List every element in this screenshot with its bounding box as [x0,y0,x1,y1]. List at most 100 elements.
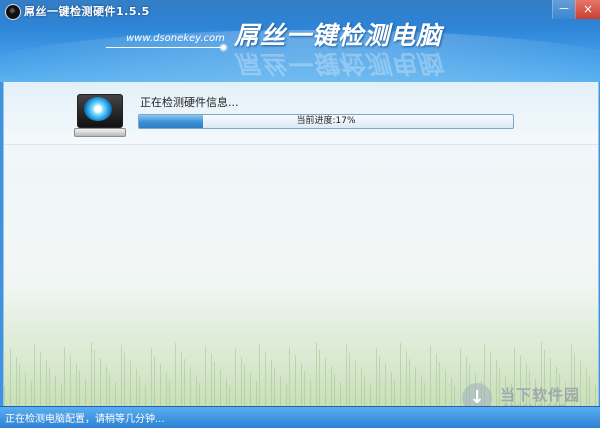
grass-blade [310,379,311,406]
grass-blade [355,361,356,406]
grass-blade [439,362,440,406]
grass-blade [79,371,80,406]
grass-blade [214,362,215,406]
grass-blade [31,381,32,406]
grass-blade [34,344,35,406]
grass-blade [46,360,47,406]
grass-blade [451,378,452,406]
status-bar: 正在检测电脑配置，请稍等几分钟... [0,406,600,428]
grass-blade [130,361,131,406]
grass-blade [40,352,41,406]
grass-blade [154,356,155,406]
grass-blade [346,345,347,406]
grass-blade [229,386,230,406]
grass-blade [10,349,11,406]
grass-blade [4,386,5,406]
grass-blade [316,342,317,406]
site-url: www.dsonekey.com [126,33,225,44]
grass-blade [196,375,197,406]
grass-blade [106,366,107,406]
grass-blade [364,377,365,406]
window-title: 屌丝一键检测硬件1.5.5 [24,5,150,18]
grass-blade [109,374,110,406]
grass-blade [160,364,161,406]
grass-blade [370,385,371,406]
grass-blade [436,354,437,406]
grass-blade [340,382,341,406]
app-icon [5,4,21,20]
grass-blade [205,346,206,406]
progress-bar: 当前进度:17% [138,114,514,129]
grass-blade [256,381,257,406]
grass-blade [430,346,431,406]
grass-blade [199,383,200,406]
grass-blade [271,360,272,406]
grass-blade [19,365,20,406]
decorative-dot [219,43,228,52]
grass-blade [241,357,242,406]
grass-blade [445,370,446,406]
grass-blade [55,376,56,406]
grass-blade [151,348,152,406]
grass-blade [145,385,146,406]
grass-blade [454,386,455,406]
grass-blade [409,359,410,406]
progress-label: 当前进度:17% [296,116,356,126]
grass-blade [136,369,137,406]
banner-title-reflection: 屌丝一键检测电脑 [234,49,443,78]
close-button[interactable]: × [575,0,600,19]
grass-blade [289,347,290,406]
grass-blade [226,378,227,406]
grass-blade [61,384,62,406]
grass-blade [175,343,176,406]
grass-blade [265,352,266,406]
decorative-line [106,47,224,48]
grass-blade [94,350,95,406]
grass-blade [100,358,101,406]
grass-blade [391,372,392,406]
grass-blade [580,361,581,406]
monitor-icon [74,92,126,138]
header-banner: 屌丝一键检测硬件1.5.5 － × www.dsonekey.com 屌丝一键检… [0,0,600,82]
grass-blade [121,345,122,406]
grass-blade [64,347,65,406]
grass-blade [76,363,77,406]
grass-blade [331,366,332,406]
grass-blade [49,368,50,406]
grass-blade [496,360,497,406]
grass-blade [595,385,596,406]
grass-blade [361,369,362,406]
grass-blade [166,372,167,406]
detection-status-text: 正在检测硬件信息... [140,96,239,109]
grass-blade [424,383,425,406]
grass-blade [394,380,395,406]
grass-blade [25,373,26,406]
grass-blade [91,342,92,406]
grass-blade [235,349,236,406]
grass-blade [190,367,191,406]
grass-blade [385,364,386,406]
minimize-button[interactable]: － [552,0,575,19]
grass-blade [274,368,275,406]
grass-blade [220,370,221,406]
grass-blade [184,359,185,406]
grass-blade [301,363,302,406]
grass-blade [286,384,287,406]
grass-blade [85,379,86,406]
monitor-glow [84,97,112,121]
grass-blade [406,351,407,406]
status-bar-text: 正在检测电脑配置，请稍等几分钟... [5,414,165,425]
monitor-stand [74,128,126,137]
grass-blade [139,377,140,406]
grass-blade [304,371,305,406]
grass-blade [421,375,422,406]
grass-blade [115,382,116,406]
grass-blade [589,377,590,406]
grass-blade [295,355,296,406]
main-content: 正在检测硬件信息... 当前进度:17% [3,82,599,406]
grass-blade [244,365,245,406]
grass-blade [400,343,401,406]
grass-blade [259,344,260,406]
grass-blade [211,354,212,406]
grass-blade [181,351,182,406]
